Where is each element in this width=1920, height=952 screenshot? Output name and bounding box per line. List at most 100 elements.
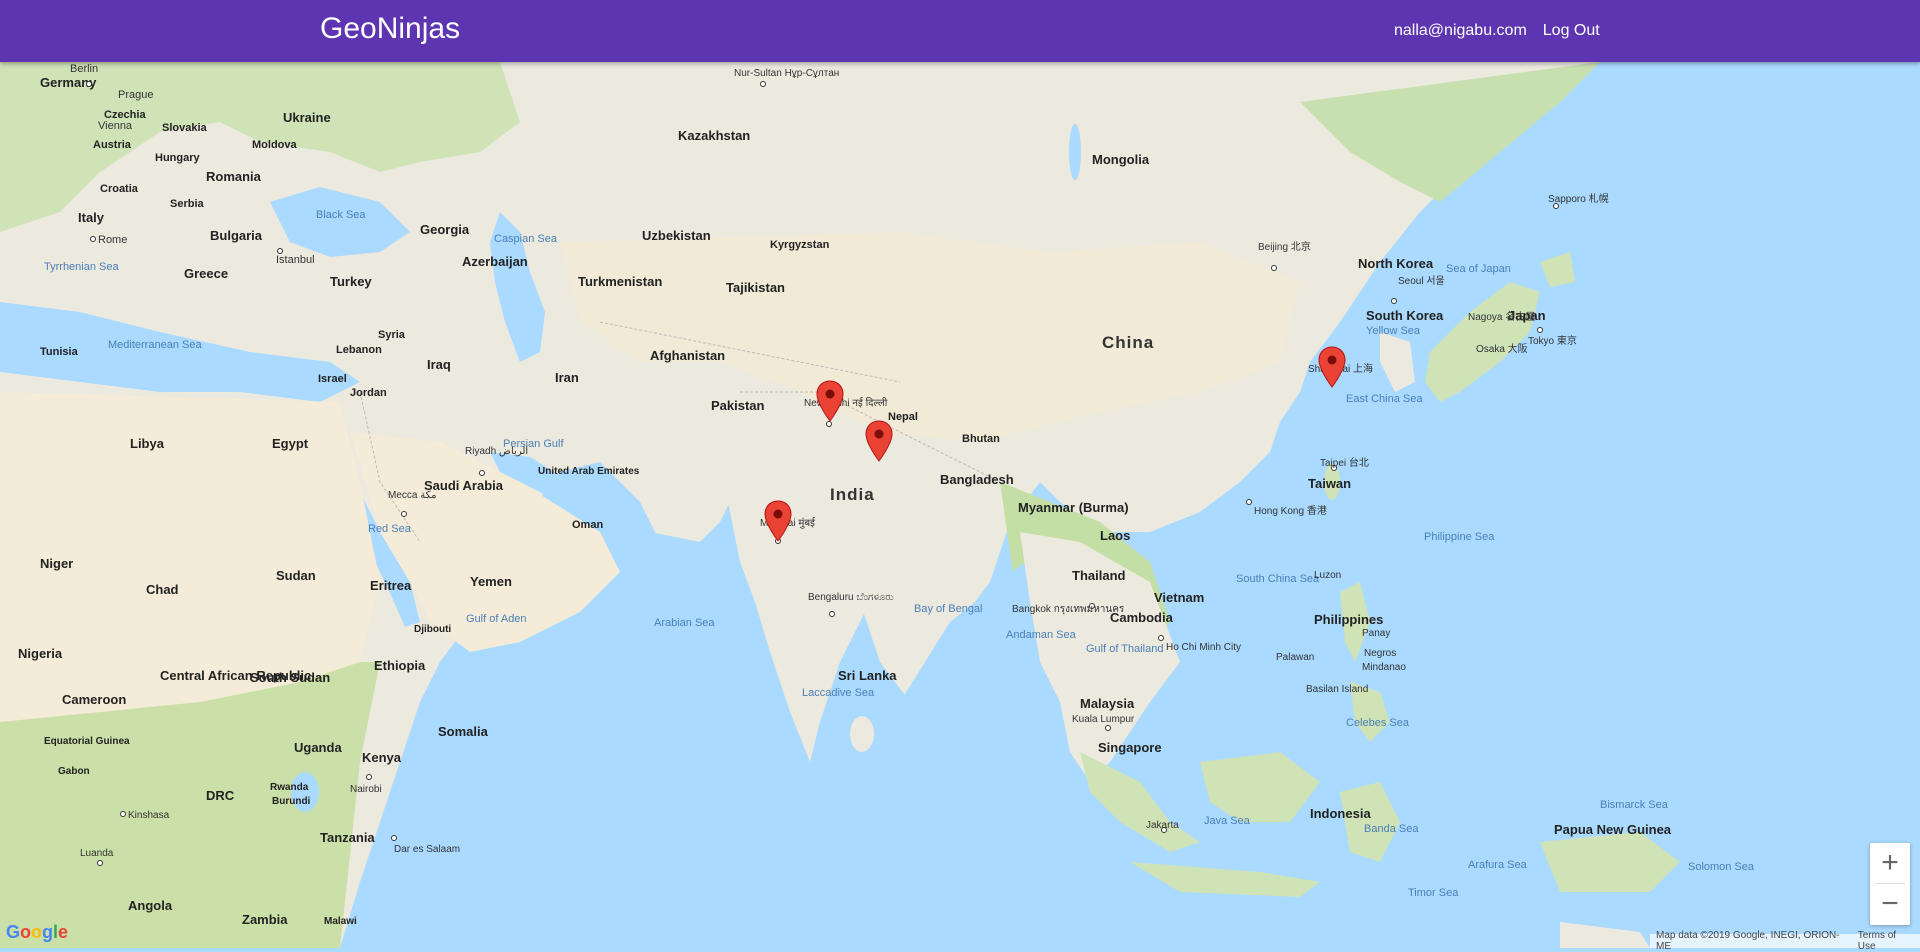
map[interactable]: Germany Ukraine Czechia Slovakia Austria… [0, 62, 1920, 948]
label-sri-lanka: Sri Lanka [838, 668, 897, 683]
map-marker[interactable] [865, 420, 893, 462]
label-libya: Libya [130, 436, 165, 451]
city-luanda: Luanda [80, 848, 114, 859]
city-mecca: Mecca مكة [388, 490, 436, 501]
city-dar-es-salaam: Dar es Salaam [394, 844, 460, 855]
map-marker[interactable] [1318, 346, 1346, 388]
city-basilan: Basilan Island [1306, 684, 1368, 695]
city-panay: Panay [1362, 628, 1390, 639]
sea-red-sea: Red Sea [368, 523, 412, 535]
label-serbia: Serbia [170, 198, 205, 210]
label-syria: Syria [378, 329, 406, 341]
label-slovakia: Slovakia [162, 122, 208, 134]
zoom-out-button[interactable]: − [1870, 884, 1910, 924]
zoom-control: + − [1870, 843, 1910, 925]
label-jordan: Jordan [350, 387, 387, 399]
city-negros: Negros [1364, 648, 1396, 659]
brand-link[interactable]: GeoNinjas [320, 12, 460, 46]
label-tajikistan: Tajikistan [726, 280, 785, 295]
label-kyrgyzstan: Kyrgyzstan [770, 239, 830, 251]
label-greece: Greece [184, 266, 228, 281]
city-bangkok: Bangkok กรุงเทพมหานคร [1012, 604, 1125, 615]
sea-yellow-sea: Yellow Sea [1366, 325, 1421, 337]
sea-banda-sea: Banda Sea [1364, 823, 1419, 835]
zoom-in-button[interactable]: + [1870, 843, 1910, 883]
city-kuala-lumpur: Kuala Lumpur [1072, 714, 1135, 725]
label-drc: DRC [206, 788, 235, 803]
label-afghanistan: Afghanistan [650, 348, 725, 363]
label-moldova: Moldova [252, 139, 297, 151]
city-vienna: Vienna [98, 120, 133, 132]
label-lebanon: Lebanon [336, 344, 382, 356]
google-logo[interactable]: Google [6, 922, 68, 943]
label-georgia: Georgia [420, 222, 470, 237]
label-israel: Israel [318, 373, 347, 385]
label-north-korea: North Korea [1358, 256, 1434, 271]
city-seoul: Seoul 서울 [1398, 275, 1445, 287]
label-gabon: Gabon [58, 766, 90, 777]
sea-south-china-sea: South China Sea [1236, 573, 1320, 585]
city-bengaluru: Bengaluru ಬೆಂಗಳೂರು [808, 592, 894, 603]
city-nagoya: Nagoya 名古屋 [1468, 310, 1535, 323]
label-kenya: Kenya [362, 750, 402, 765]
city-hong-kong: Hong Kong 香港 [1254, 505, 1327, 517]
label-zambia: Zambia [242, 912, 288, 927]
label-eritrea: Eritrea [370, 578, 412, 593]
city-prague: Prague [118, 89, 153, 101]
label-djibouti: Djibouti [414, 624, 451, 635]
city-luzon: Luzon [1314, 570, 1341, 581]
label-rwanda: Rwanda [270, 782, 309, 793]
label-burundi: Burundi [272, 796, 311, 807]
sea-arabian-sea: Arabian Sea [654, 617, 715, 629]
sea-timor-sea: Timor Sea [1408, 887, 1459, 899]
sea-sea-of-japan: Sea of Japan [1446, 263, 1511, 275]
label-nigeria: Nigeria [18, 646, 63, 661]
label-uganda: Uganda [294, 740, 342, 755]
label-malaysia: Malaysia [1080, 696, 1135, 711]
label-oman: Oman [572, 519, 603, 531]
label-niger: Niger [40, 556, 73, 571]
nav-links: nalla@nigabu.com Log Out [1394, 22, 1600, 40]
city-rome: Rome [98, 234, 127, 246]
label-chad: Chad [146, 582, 179, 597]
city-nairobi: Nairobi [350, 784, 382, 795]
sea-bismarck-sea: Bismarck Sea [1600, 799, 1669, 811]
label-somalia: Somalia [438, 724, 489, 739]
sea-gulf-of-aden: Gulf of Aden [466, 613, 527, 625]
label-uzbekistan: Uzbekistan [642, 228, 711, 243]
sea-east-china-sea: East China Sea [1346, 393, 1423, 405]
label-pakistan: Pakistan [711, 398, 765, 413]
sea-arafura-sea: Arafura Sea [1468, 859, 1528, 871]
label-azerbaijan: Azerbaijan [462, 254, 528, 269]
label-bangladesh: Bangladesh [940, 472, 1014, 487]
label-italy: Italy [78, 210, 105, 225]
label-laos: Laos [1100, 528, 1130, 543]
sea-celebes-sea: Celebes Sea [1346, 717, 1410, 729]
city-riyadh: Riyadh الرياض [465, 446, 528, 457]
sea-tyrrhenian-sea: Tyrrhenian Sea [44, 261, 119, 273]
logout-link[interactable]: Log Out [1543, 22, 1600, 40]
label-croatia: Croatia [100, 183, 139, 195]
user-email-link[interactable]: nalla@nigabu.com [1394, 22, 1527, 40]
map-data-text: Map data ©2019 Google, INEGI, ORION-ME [1656, 930, 1840, 952]
label-austria: Austria [93, 139, 132, 151]
map-marker[interactable] [816, 380, 844, 422]
label-ukraine: Ukraine [283, 110, 331, 125]
label-tanzania: Tanzania [320, 830, 375, 845]
label-eq-guinea: Equatorial Guinea [44, 736, 130, 747]
label-thailand: Thailand [1072, 568, 1126, 583]
terms-link[interactable]: Terms of Use [1858, 930, 1914, 952]
label-kazakhstan: Kazakhstan [678, 128, 750, 143]
label-uae: United Arab Emirates [538, 466, 640, 477]
label-iran: Iran [555, 370, 579, 385]
label-iraq: Iraq [427, 357, 451, 372]
label-china: China [1102, 333, 1154, 352]
label-turkmenistan: Turkmenistan [578, 274, 662, 289]
city-jakarta: Jakarta [1146, 820, 1179, 831]
sea-caspian-sea: Caspian Sea [494, 233, 558, 245]
label-south-korea: South Korea [1366, 308, 1444, 323]
label-indonesia: Indonesia [1310, 806, 1371, 821]
sea-gulf-of-thailand: Gulf of Thailand [1086, 643, 1163, 655]
sea-bay-of-bengal: Bay of Bengal [914, 603, 983, 615]
map-marker[interactable] [764, 500, 792, 542]
